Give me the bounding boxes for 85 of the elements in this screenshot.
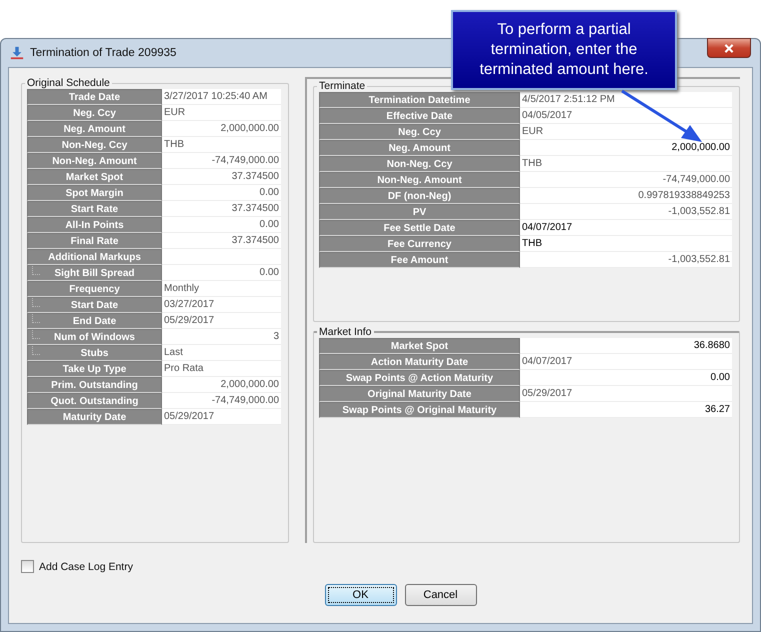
value-cell[interactable]: 36.27: [520, 402, 732, 418]
row-label: Num of Windows: [27, 329, 162, 345]
row-label: Final Rate: [27, 233, 162, 249]
row-label: Neg. Amount: [27, 121, 162, 137]
value-cell: 37.374500: [162, 169, 281, 185]
row-label: Non-Neg. Amount: [319, 172, 520, 188]
value-cell: Monthly: [162, 281, 281, 297]
row-label: Non-Neg. Ccy: [319, 156, 520, 172]
close-icon: [724, 44, 734, 52]
callout-tooltip: To perform a partial termination, enter the terminated amount here.: [451, 10, 677, 90]
close-button[interactable]: [707, 38, 751, 58]
value-cell: EUR: [162, 105, 281, 121]
value-cell: 37.374500: [162, 201, 281, 217]
row-label: Spot Margin: [27, 185, 162, 201]
row-label: Non-Neg. Amount: [27, 153, 162, 169]
dialog-button[interactable]: Cancel: [404, 584, 476, 606]
row-label: Market Spot: [27, 169, 162, 185]
row-label: Sight Bill Spread: [27, 265, 162, 281]
value-cell[interactable]: THB: [520, 236, 732, 252]
value-cell: -74,749,000.00: [162, 393, 281, 409]
value-cell: 2,000,000.00: [162, 377, 281, 393]
row-label: Trade Date: [27, 89, 162, 105]
value-cell: 05/29/2017: [162, 313, 281, 329]
value-cell: THB: [520, 156, 732, 172]
row-label: Fee Currency: [319, 236, 520, 252]
value-cell: 0.00: [162, 265, 281, 281]
row-label: Swap Points @ Original Maturity: [319, 402, 520, 418]
window-title: Termination of Trade 209935: [30, 47, 176, 59]
value-cell: THB: [162, 137, 281, 153]
row-label: Start Date: [27, 297, 162, 313]
value-cell: -1,003,552.81: [520, 252, 732, 268]
value-cell: 0.00: [162, 217, 281, 233]
group-title: Terminate: [318, 80, 366, 92]
value-cell: -74,749,000.00: [162, 153, 281, 169]
value-cell: 3: [162, 329, 281, 345]
row-label: Swap Points @ Action Maturity: [319, 370, 520, 386]
value-cell: 37.374500: [162, 233, 281, 249]
value-cell: 05/29/2017: [520, 386, 732, 402]
row-label: Stubs: [27, 345, 162, 361]
value-cell: 2,000,000.00: [162, 121, 281, 137]
row-label: Non-Neg. Ccy: [27, 137, 162, 153]
row-label: Prim. Outstanding: [27, 377, 162, 393]
row-label: Additional Markups: [27, 249, 162, 265]
value-cell: 03/27/2017: [162, 297, 281, 313]
row-label: Quot. Outstanding: [27, 393, 162, 409]
value-cell[interactable]: 0.00: [520, 370, 732, 386]
row-label: Start Rate: [27, 201, 162, 217]
row-label: End Date: [27, 313, 162, 329]
value-cell: Last: [162, 345, 281, 361]
value-cell: 0.00: [162, 185, 281, 201]
value-cell[interactable]: 04/07/2017: [520, 220, 732, 236]
value-cell: 04/05/2017: [520, 108, 732, 124]
value-cell: Pro Rata: [162, 361, 281, 377]
row-label: Take Up Type: [27, 361, 162, 377]
checkbox-label: Add Case Log Entry: [39, 560, 133, 572]
row-label: Termination Datetime: [319, 92, 520, 108]
row-label: Frequency: [27, 281, 162, 297]
row-label: All-In Points: [27, 217, 162, 233]
row-label: Action Maturity Date: [319, 354, 520, 370]
row-label: Fee Amount: [319, 252, 520, 268]
download-icon: [10, 46, 24, 60]
row-label: Fee Settle Date: [319, 220, 520, 236]
value-cell[interactable]: 36.8680: [520, 338, 732, 354]
row-label: Market Spot: [319, 338, 520, 354]
value-cell[interactable]: 2,000,000.00: [520, 140, 732, 156]
row-label: Original Maturity Date: [319, 386, 520, 402]
dialog-button[interactable]: OK: [324, 584, 396, 606]
value-cell: -74,749,000.00: [520, 172, 732, 188]
arrow-icon: [621, 90, 702, 142]
value-cell: -1,003,552.81: [520, 204, 732, 220]
group-title: Original Schedule: [26, 77, 111, 89]
group-title: Market Info: [318, 326, 373, 338]
row-label: Neg. Ccy: [27, 105, 162, 121]
value-cell: 04/07/2017: [520, 354, 732, 370]
row-label: Effective Date: [319, 108, 520, 124]
row-label: DF (non-Neg): [319, 188, 520, 204]
row-label: Maturity Date: [27, 409, 162, 425]
row-label: PV: [319, 204, 520, 220]
value-cell: 3/27/2017 10:25:40 AM: [162, 89, 281, 105]
checkbox[interactable]: [21, 560, 34, 573]
value-cell: 05/29/2017: [162, 409, 281, 425]
value-cell: 0.997819338849253: [520, 188, 732, 204]
value-cell: 4/5/2017 2:51:12 PM: [520, 92, 732, 108]
row-label: Neg. Ccy: [319, 124, 520, 140]
row-label: Neg. Amount: [319, 140, 520, 156]
